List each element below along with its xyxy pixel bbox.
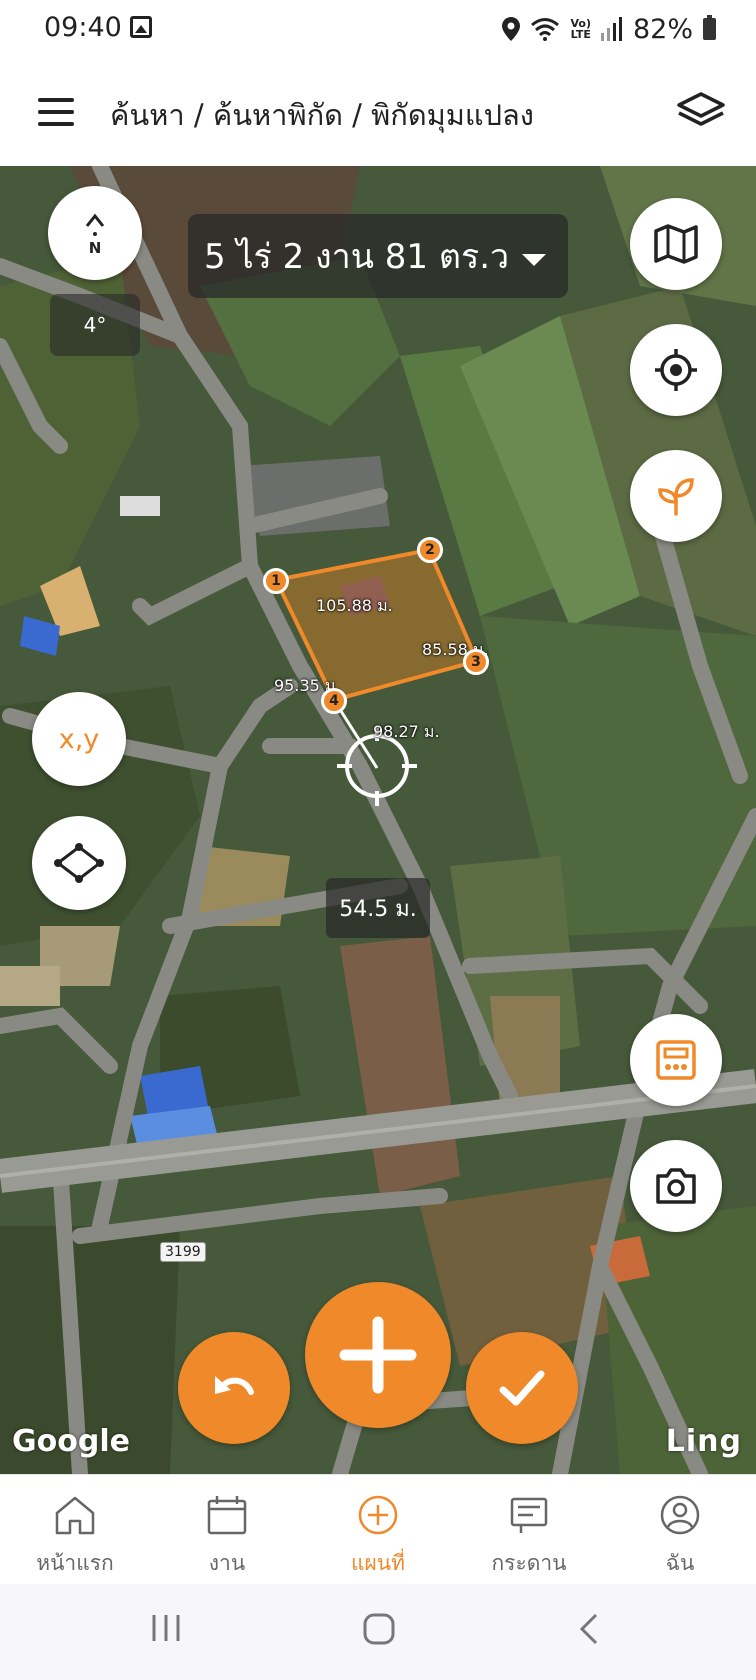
signal-icon [600, 17, 622, 41]
segment-length-1: 105.88 ม. [316, 596, 393, 615]
sprout-icon [658, 478, 694, 516]
battery-icon [703, 15, 716, 40]
add-point-button[interactable] [305, 1282, 451, 1428]
plus-icon [339, 1316, 417, 1394]
menu-icon[interactable] [38, 98, 74, 126]
profile-icon [660, 1495, 700, 1535]
polygon-tool-button[interactable] [32, 816, 126, 910]
svg-text:N: N [89, 239, 102, 257]
recent-apps-icon[interactable] [150, 1612, 182, 1644]
segment-length-3: 98.27 ม. [373, 722, 440, 741]
tab-board-label: กระดาน [491, 1551, 567, 1575]
area-value: 5 ไร่ 2 งาน 81 ตร.ว [204, 237, 510, 277]
vertex-marker-3[interactable]: 3 [463, 649, 489, 675]
calendar-icon [207, 1496, 247, 1535]
battery-percent: 82% [632, 13, 693, 45]
layers-icon[interactable] [676, 90, 726, 130]
tab-home-label: หน้าแรก [36, 1551, 114, 1575]
road-number: 3199 [160, 1242, 206, 1262]
compass-icon: N [85, 213, 105, 257]
undo-button[interactable] [178, 1332, 290, 1444]
calculator-button[interactable] [630, 1014, 722, 1106]
undo-icon [215, 1376, 254, 1395]
ling-attribution: Ling [665, 1424, 742, 1459]
measure-distance: 54.5 ม. [326, 878, 430, 938]
back-nav-icon[interactable] [578, 1612, 600, 1646]
home-nav-icon[interactable] [362, 1612, 396, 1646]
map-view[interactable]: N 4° 5 ไร่ 2 งาน 81 ตร.ว x,y 105.88 ม. 8… [0, 166, 756, 1474]
my-location-icon [655, 349, 697, 391]
calculator-icon [656, 1040, 696, 1080]
caret-down-icon [522, 254, 546, 266]
map-type-button[interactable] [630, 198, 722, 290]
camera-button[interactable] [630, 1140, 722, 1232]
xy-coordinate-button[interactable]: x,y [32, 692, 126, 786]
tab-map[interactable]: แผนที่ [318, 1475, 438, 1585]
vertex-marker-2[interactable]: 2 [417, 537, 443, 563]
system-nav-bar [0, 1584, 756, 1680]
tab-work-label: งาน [208, 1551, 246, 1575]
breadcrumb: ค้นหา / ค้นหาพิกัด / พิกัดมุมแปลง [110, 98, 534, 132]
map-icon [654, 224, 698, 264]
gallery-notification-icon [130, 16, 152, 38]
area-dropdown[interactable]: 5 ไร่ 2 งาน 81 ตร.ว [188, 214, 568, 298]
camera-icon [656, 1168, 696, 1204]
status-bar: 09:40 Vo) LTE 82% [0, 0, 756, 60]
google-attribution: Google [12, 1424, 130, 1459]
compass-angle: 4° [50, 294, 140, 356]
tab-map-label: แผนที่ [350, 1551, 406, 1575]
location-icon [502, 17, 521, 41]
tab-profile-label: ฉัน [665, 1551, 695, 1575]
confirm-button[interactable] [466, 1332, 578, 1444]
status-time: 09:40 [44, 12, 122, 43]
tab-work[interactable]: งาน [167, 1475, 287, 1585]
compass-button[interactable]: N [48, 186, 142, 280]
status-icons: Vo) LTE 82% [502, 12, 716, 46]
bottom-tab-bar: หน้าแรก งาน แผนที่ กระดาน ฉัน [0, 1474, 756, 1585]
vertex-marker-1[interactable]: 1 [263, 568, 289, 594]
add-circle-icon [358, 1495, 398, 1535]
app-bar: ค้นหา / ค้นหาพิกัด / พิกัดมุมแปลง [0, 60, 756, 166]
my-location-button[interactable] [630, 324, 722, 416]
tab-profile[interactable]: ฉัน [620, 1475, 740, 1585]
wifi-icon [531, 18, 560, 41]
volte-indicator: Vo) LTE [570, 17, 591, 41]
check-icon [499, 1370, 545, 1406]
xy-label: x,y [58, 723, 100, 755]
vertex-marker-4[interactable]: 4 [321, 688, 347, 714]
tab-home[interactable]: หน้าแรก [15, 1475, 135, 1585]
plant-button[interactable] [630, 450, 722, 542]
home-icon [55, 1496, 95, 1535]
polygon-icon [54, 843, 104, 883]
tab-board[interactable]: กระดาน [469, 1475, 589, 1585]
board-icon [510, 1497, 548, 1533]
